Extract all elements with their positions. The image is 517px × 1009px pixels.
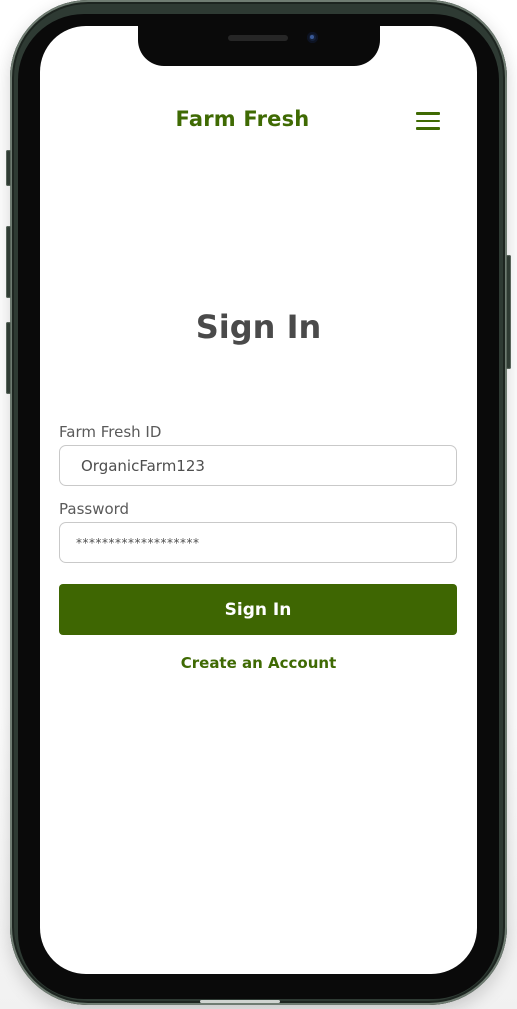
create-account-link[interactable]: Create an Account [40, 654, 477, 672]
brand-title: Farm Fresh [175, 107, 310, 131]
bottom-edge-highlight [200, 1000, 280, 1003]
password-input[interactable] [59, 522, 457, 563]
device-mockup: Farm Fresh Sign In Farm Fresh ID Passwor… [0, 0, 517, 1009]
id-field-label: Farm Fresh ID [59, 423, 162, 441]
front-camera-icon [307, 32, 318, 43]
app-screen: Farm Fresh Sign In Farm Fresh ID Passwor… [40, 26, 477, 974]
notch [138, 26, 380, 66]
speaker-grille [228, 35, 288, 41]
hamburger-menu-icon[interactable] [414, 110, 442, 132]
page-title: Sign In [195, 308, 322, 346]
volume-up-button [6, 226, 11, 298]
volume-down-button [6, 322, 11, 394]
power-button [506, 255, 511, 369]
menu-bar [416, 119, 440, 122]
menu-bar [416, 127, 440, 130]
menu-bar [416, 112, 440, 115]
farm-fresh-id-input[interactable] [59, 445, 457, 486]
sign-in-button[interactable]: Sign In [59, 584, 457, 635]
password-field-label: Password [59, 500, 130, 518]
mute-switch [6, 150, 11, 186]
